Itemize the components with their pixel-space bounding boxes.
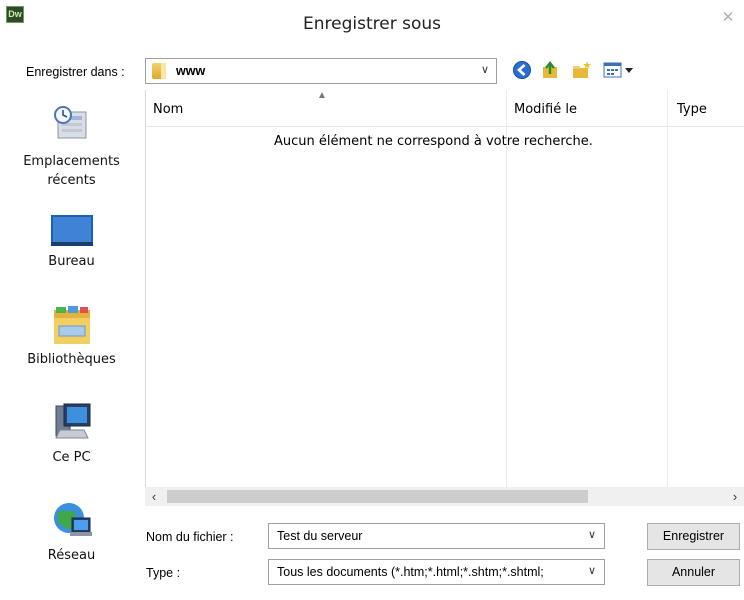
window-title: Enregistrer sous xyxy=(303,14,441,34)
place-desktop[interactable]: Bureau xyxy=(0,212,143,272)
chevron-down-icon: ∨ xyxy=(587,565,596,577)
computer-icon xyxy=(54,403,90,439)
file-type-value: Tous les documents (*.htm;*.html;*.shtm;… xyxy=(277,565,544,579)
place-recent-label-2: récents xyxy=(47,173,96,188)
file-list[interactable]: ▲ Nom Modifié le Type Aucun élément ne c… xyxy=(145,90,744,488)
scroll-left-icon[interactable]: ‹ xyxy=(145,487,163,506)
save-in-label: Enregistrer dans : xyxy=(26,65,125,79)
view-menu-icon[interactable] xyxy=(603,60,637,85)
place-libraries[interactable]: Bibliothèques xyxy=(0,304,143,370)
desktop-icon xyxy=(50,215,93,246)
close-button[interactable]: ✕ xyxy=(712,6,744,30)
sort-ascending-icon: ▲ xyxy=(317,90,327,101)
filename-value: Test du serveur xyxy=(277,529,363,543)
folder-icon xyxy=(152,63,166,79)
libraries-icon xyxy=(53,306,90,344)
scroll-thumb[interactable] xyxy=(167,490,588,503)
save-in-dropdown[interactable]: www ∨ xyxy=(145,58,497,84)
up-folder-icon[interactable] xyxy=(541,60,561,85)
chevron-down-icon: ∨ xyxy=(587,529,596,541)
file-type-dropdown[interactable]: Tous les documents (*.htm;*.html;*.shtm;… xyxy=(268,559,605,585)
place-this-pc-label: Ce PC xyxy=(52,450,91,465)
cancel-button[interactable]: Annuler xyxy=(647,559,740,586)
filename-label: Nom du fichier : xyxy=(146,530,234,544)
save-button[interactable]: Enregistrer xyxy=(647,523,740,550)
place-network[interactable]: Réseau xyxy=(0,498,143,566)
places-bar: Emplacements récents Bureau Bibliothèque… xyxy=(0,90,143,600)
column-header-type[interactable]: Type xyxy=(677,90,707,124)
horizontal-scrollbar[interactable]: ‹ › xyxy=(145,487,744,506)
back-icon[interactable] xyxy=(512,60,532,85)
network-icon xyxy=(53,503,92,536)
new-folder-icon[interactable] xyxy=(572,60,592,85)
place-recent-label: Emplacements xyxy=(23,154,120,169)
place-network-label: Réseau xyxy=(47,548,96,563)
scroll-right-icon[interactable]: › xyxy=(726,487,744,506)
column-divider xyxy=(667,90,668,488)
empty-message: Aucun élément ne correspond à votre rech… xyxy=(274,134,593,149)
save-in-value: www xyxy=(176,64,206,78)
column-header-name[interactable]: Nom xyxy=(153,90,183,124)
place-libraries-label: Bibliothèques xyxy=(27,352,116,367)
header-divider xyxy=(146,126,744,127)
file-type-label: Type : xyxy=(146,566,181,580)
recent-places-icon xyxy=(53,106,86,139)
column-header-modified[interactable]: Modifié le xyxy=(514,90,577,124)
column-divider xyxy=(506,90,507,488)
chevron-down-icon: ∨ xyxy=(480,64,489,76)
place-recent[interactable]: Emplacements récents xyxy=(0,104,143,191)
title-bar: Dw Enregistrer sous ✕ xyxy=(0,0,744,46)
place-desktop-label: Bureau xyxy=(48,254,95,269)
filename-input[interactable]: Test du serveur ∨ xyxy=(268,523,605,549)
place-this-pc[interactable]: Ce PC xyxy=(0,400,143,468)
